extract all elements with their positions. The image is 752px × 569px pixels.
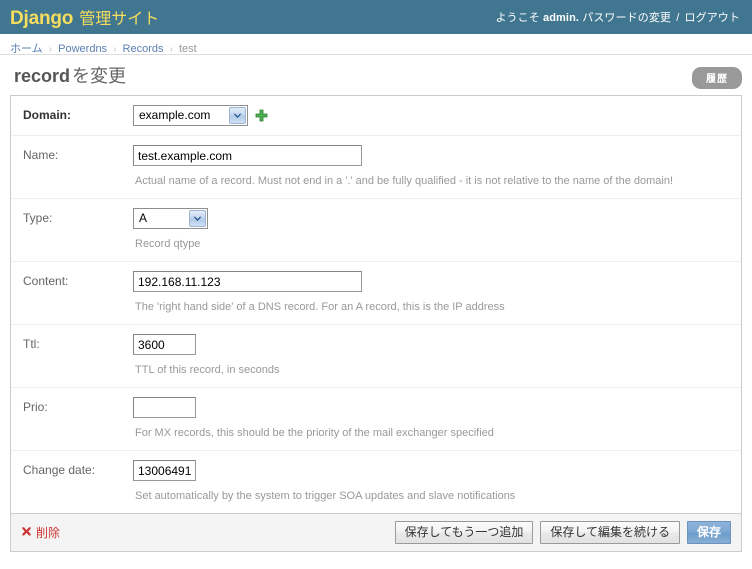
label-name: Name: [23,148,59,162]
help-text-change-date: Set automatically by the system to trigg… [135,490,516,502]
save-and-add-another-button[interactable] [394,521,534,544]
form-row-prio: Prio: For MX records, this should be the… [11,388,741,451]
object-tools: 履歴 [692,67,742,89]
change-date-input[interactable] [133,460,196,481]
current-username: admin. [543,12,580,24]
delete-button-label: 削除 [36,526,61,540]
user-tools: ようこそ admin. パスワードの変更 / ログアウト [495,9,740,25]
site-branding: Django 管理サイト [10,5,159,30]
submit-buttons [394,521,731,544]
help-text-prio: For MX records, this should be the prior… [135,427,494,439]
help-text-ttl: TTL of this record, in seconds [135,364,280,376]
label-change-date: Change date: [23,463,96,477]
site-header: Django 管理サイト ようこそ admin. パスワードの変更 / ログアウ… [0,0,752,34]
type-select[interactable]: A [133,208,208,229]
history-button[interactable]: 履歴 [692,67,742,89]
record-change-form: Domain: example.com Name: test.example.c… [10,95,742,552]
field-line-type: A [133,208,729,229]
field-cell-name: Actual name of a record. Must not end in… [133,145,729,189]
breadcrumb-separator: › [48,44,53,55]
field-cell-type: A Record qtype [133,208,729,252]
field-cell-content: The 'right hand side' of a DNS record. F… [133,271,729,315]
breadcrumb: ホーム › Powerdns › Records › test [0,34,752,55]
form-row-name: Name: Actual name of a record. Must not … [11,136,741,199]
label-domain: Domain: [23,108,71,122]
breadcrumb-separator: › [113,44,117,55]
label-ttl: Ttl: [23,337,40,351]
breadcrumb-item-powerdns[interactable]: Powerdns [58,43,107,55]
form-row-domain: Domain: example.com [11,96,741,136]
form-row-content: Content: The 'right hand side' of a DNS … [11,262,741,325]
site-brand-django: Django [10,7,74,29]
help-text-type: Record qtype [135,238,201,250]
field-line-ttl [133,334,729,355]
field-cell-change-date: Set automatically by the system to trigg… [133,460,729,504]
form-row-ttl: Ttl: TTL of this record, in seconds [11,325,741,388]
object-tools-item: 履歴 [692,67,742,89]
site-title-japanese: 管理サイト [79,10,160,28]
user-tools-separator: / [676,12,680,24]
delete-link-wrap: 削除 [21,524,60,541]
field-cell-prio: For MX records, this should be the prior… [133,397,729,441]
help-text-name: Actual name of a record. Must not end in… [135,175,674,187]
field-line-content [133,271,729,292]
form-row-type: Type: A Record qtype [11,199,741,262]
page-title: record を変更 [10,65,742,93]
save-and-continue-button[interactable] [540,521,680,544]
breadcrumb-item-records[interactable]: Records [123,43,164,55]
page-title-object: record [14,66,71,86]
label-prio: Prio: [23,400,48,414]
label-content: Content: [23,274,69,288]
change-password-link[interactable]: パスワードの変更 [582,12,671,24]
main-content: record を変更 履歴 Domain: example.com Name: … [0,55,752,552]
breadcrumb-separator: › [169,44,173,55]
content-input[interactable] [133,271,362,292]
chevron-down-icon [229,107,246,124]
field-line-domain: example.com [133,105,729,126]
field-line-prio [133,397,729,418]
welcome-text: ようこそ [495,12,540,24]
add-another-domain-icon[interactable] [255,109,268,122]
field-cell-domain: example.com [133,105,729,126]
chevron-down-icon [189,210,206,227]
label-type: Type: [23,211,53,225]
form-row-change-date: Change date: Set automatically by the sy… [11,451,741,513]
form-module: Domain: example.com Name: test.example.c… [10,95,742,514]
help-text-content: The 'right hand side' of a DNS record. F… [135,301,505,313]
logout-link[interactable]: ログアウト [685,12,741,24]
domain-select[interactable]: example.com [133,105,248,126]
content-header: record を変更 履歴 [10,65,742,95]
submit-row: 削除 [10,514,742,552]
field-line-name [133,145,729,166]
prio-input[interactable] [133,397,196,418]
name-input[interactable] [133,145,362,166]
ttl-input[interactable] [133,334,196,355]
field-line-change-date [133,460,729,481]
field-cell-ttl: TTL of this record, in seconds [133,334,729,378]
breadcrumb-item-home[interactable]: ホーム [10,43,43,55]
delete-x-icon [21,527,32,538]
delete-button[interactable]: 削除 [21,524,60,541]
plus-icon [255,109,268,122]
save-button[interactable] [686,521,731,544]
breadcrumb-item-current: test [178,43,197,55]
page-title-action: を変更 [72,66,127,86]
